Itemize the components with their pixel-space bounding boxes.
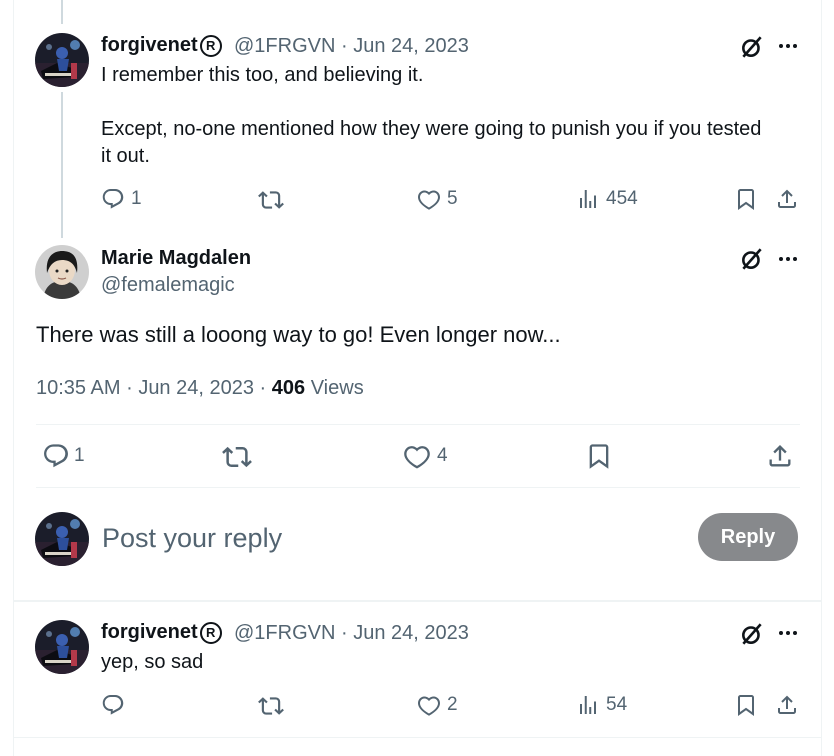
grok-icon[interactable] <box>739 246 765 272</box>
post-timestamp-row: 10:35 AM · Jun 24, 2023 · 406 Views <box>36 377 364 400</box>
like-button[interactable]: 2 <box>417 693 458 717</box>
post-time[interactable]: 10:35 AM <box>36 377 121 399</box>
share-icon <box>766 442 794 470</box>
reply-icon <box>101 187 125 211</box>
section-divider <box>13 600 822 602</box>
post-date[interactable]: Jun 24, 2023 <box>353 35 469 57</box>
reply-button[interactable]: 1 <box>42 442 85 470</box>
post-date[interactable]: Jun 24, 2023 <box>138 377 254 399</box>
share-icon <box>775 187 799 211</box>
views-button[interactable]: 454 <box>576 187 638 211</box>
reply-count: 1 <box>131 188 142 209</box>
meta-separator: · <box>341 622 348 644</box>
more-icon[interactable] <box>776 34 800 58</box>
view-count: 454 <box>606 188 638 209</box>
heart-icon <box>417 187 441 211</box>
retweet-button[interactable] <box>258 187 284 213</box>
bookmark-button[interactable] <box>734 187 758 211</box>
retweet-icon <box>258 693 284 719</box>
analytics-icon <box>576 187 600 211</box>
share-button[interactable] <box>775 693 799 717</box>
author-name[interactable]: forgivenet R <box>101 621 222 644</box>
share-icon <box>775 693 799 717</box>
bookmark-icon <box>734 187 758 211</box>
views-button[interactable]: 54 <box>576 693 627 717</box>
divider <box>36 487 800 488</box>
reply-count: 1 <box>74 445 85 466</box>
registered-mark: R <box>199 35 222 57</box>
more-icon[interactable] <box>776 621 800 645</box>
post-meta: @1FRGVN · Jun 24, 2023 <box>234 622 469 645</box>
like-count: 2 <box>447 694 458 715</box>
share-button[interactable] <box>766 442 794 470</box>
bookmark-icon <box>734 693 758 717</box>
display-name[interactable]: forgivenet <box>101 34 198 56</box>
post-text: I remember this too, and believing it. E… <box>101 62 801 170</box>
main-post-text: There was still a looong way to go! Even… <box>36 322 561 347</box>
registered-mark: R <box>199 622 222 644</box>
divider <box>13 737 822 738</box>
avatar[interactable] <box>35 245 89 299</box>
thread-line-connector <box>61 92 63 238</box>
view-count: 54 <box>606 694 628 715</box>
grok-icon[interactable] <box>739 34 765 60</box>
share-button[interactable] <box>775 187 799 211</box>
author-name[interactable]: Marie Magdalen <box>101 247 251 270</box>
post-meta: @1FRGVN · Jun 24, 2023 <box>234 35 469 58</box>
retweet-button[interactable] <box>222 442 252 472</box>
post-text-line: I remember this too, and believing it. <box>101 64 424 86</box>
post-date[interactable]: Jun 24, 2023 <box>353 622 469 644</box>
like-count: 4 <box>437 445 448 466</box>
bookmark-button[interactable] <box>734 693 758 717</box>
like-button[interactable]: 4 <box>403 442 448 470</box>
post-text: yep, so sad <box>101 651 204 673</box>
author-handle[interactable]: @1FRGVN <box>234 35 335 57</box>
views-label: Views <box>310 377 364 399</box>
analytics-icon <box>576 693 600 717</box>
bookmark-icon <box>585 442 613 470</box>
retweet-icon <box>222 442 252 472</box>
avatar <box>35 512 89 566</box>
author-handle[interactable]: @1FRGVN <box>234 622 335 644</box>
grok-icon[interactable] <box>739 621 765 647</box>
divider <box>36 424 800 425</box>
reply-input[interactable] <box>102 518 662 558</box>
reply-submit-button[interactable]: Reply <box>698 513 798 561</box>
avatar[interactable] <box>35 620 89 674</box>
meta-separator: · <box>341 35 348 57</box>
author-name[interactable]: forgivenet R <box>101 34 222 57</box>
heart-icon <box>403 442 431 470</box>
more-icon[interactable] <box>776 247 800 271</box>
display-name[interactable]: forgivenet <box>101 621 198 643</box>
post-text-line: it out. <box>101 145 150 167</box>
reply-button[interactable]: 1 <box>101 187 142 211</box>
post-text-line: Except, no-one mentioned how they were g… <box>101 118 762 140</box>
avatar[interactable] <box>35 33 89 87</box>
bookmark-button[interactable] <box>585 442 613 470</box>
thread-line-top <box>61 0 63 24</box>
meta-separator: · <box>126 377 133 399</box>
retweet-icon <box>258 187 284 213</box>
like-button[interactable]: 5 <box>417 187 458 211</box>
author-handle[interactable]: @femalemagic <box>101 274 235 297</box>
reply-button[interactable] <box>101 693 125 717</box>
reply-icon <box>101 693 125 717</box>
heart-icon <box>417 693 441 717</box>
like-count: 5 <box>447 188 458 209</box>
retweet-button[interactable] <box>258 693 284 719</box>
meta-separator: · <box>259 377 267 399</box>
reply-icon <box>42 442 70 470</box>
view-count: 406 <box>271 377 306 399</box>
